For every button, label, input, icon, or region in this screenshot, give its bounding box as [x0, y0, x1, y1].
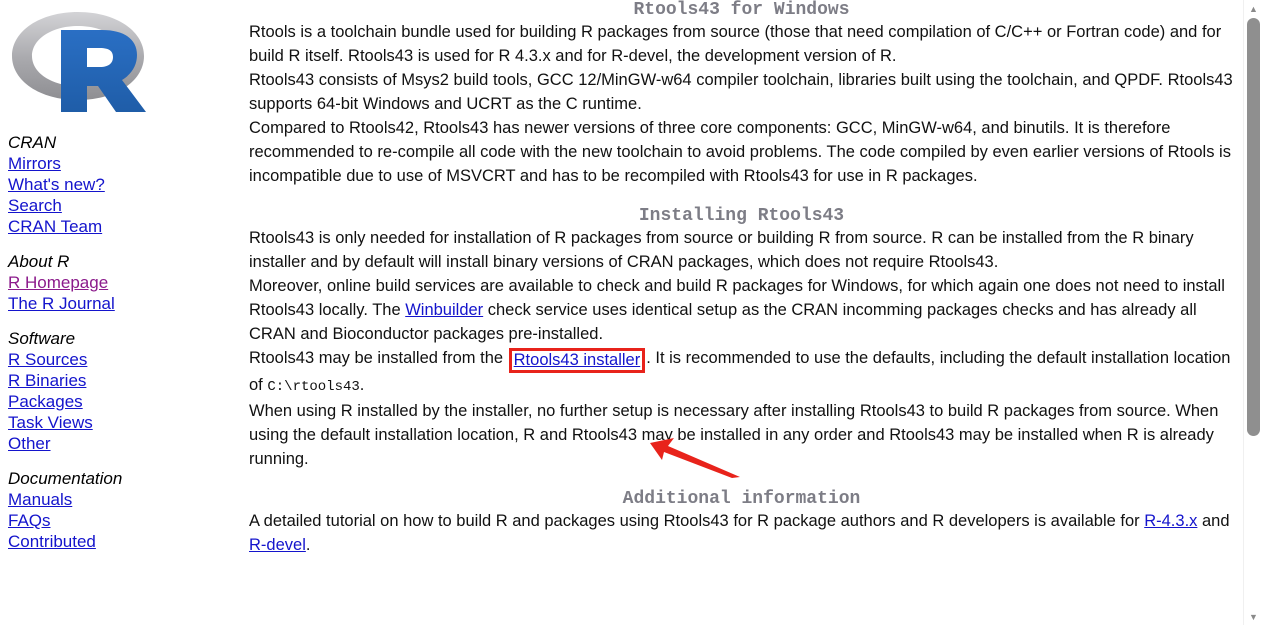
- sidebar-item-search[interactable]: Search: [8, 195, 232, 216]
- sidebar-item-faqs[interactable]: FAQs: [8, 510, 232, 531]
- text-tutorial-b: and: [1197, 512, 1230, 530]
- paragraph-intro: Rtools is a toolchain bundle used for bu…: [249, 23, 1222, 65]
- r-4-3-x-link[interactable]: R-4.3.x: [1144, 512, 1197, 530]
- paragraph-setup-notes: When using R installed by the installer,…: [249, 402, 1219, 468]
- sidebar-item-other[interactable]: Other: [8, 433, 232, 454]
- r-devel-link[interactable]: R-devel: [249, 536, 306, 554]
- sidebar-item-r-homepage[interactable]: R Homepage: [8, 272, 232, 293]
- winbuilder-link[interactable]: Winbuilder: [405, 301, 483, 319]
- paragraph-installer: Rtools43 may be installed from the Rtool…: [249, 346, 1234, 399]
- browser-page: CRAN Mirrors What's new? Search CRAN Tea…: [0, 0, 1263, 625]
- sidebar-item-r-binaries[interactable]: R Binaries: [8, 370, 232, 391]
- sidebar-item-r-sources[interactable]: R Sources: [8, 349, 232, 370]
- text-tutorial-a: A detailed tutorial on how to build R an…: [249, 512, 1145, 530]
- r-logo[interactable]: [8, 4, 148, 120]
- install-path-code: C:\rtools43: [267, 379, 360, 395]
- nav-group-cran: CRAN Mirrors What's new? Search CRAN Tea…: [8, 132, 232, 237]
- paragraph-components: Rtools43 consists of Msys2 build tools, …: [249, 71, 1233, 113]
- scroll-down-icon[interactable]: ▼: [1244, 608, 1263, 625]
- main-content: Rtools43 for Windows Rtools is a toolcha…: [249, 0, 1234, 625]
- rtools43-installer-link[interactable]: Rtools43 installer: [514, 351, 641, 369]
- text-tutorial-c: .: [305, 536, 311, 554]
- nav-group-software: Software R Sources R Binaries Packages T…: [8, 328, 232, 454]
- paragraph-compatibility: Compared to Rtools42, Rtools43 has newer…: [249, 119, 1231, 185]
- sidebar: CRAN Mirrors What's new? Search CRAN Tea…: [0, 0, 240, 625]
- sidebar-item-contributed[interactable]: Contributed: [8, 531, 232, 552]
- sidebar-item-the-r-journal[interactable]: The R Journal: [8, 293, 232, 314]
- sidebar-item-cran-team[interactable]: CRAN Team: [8, 216, 232, 237]
- nav-heading-about-r: About R: [8, 252, 70, 271]
- nav-heading-software: Software: [8, 329, 76, 348]
- text-installer-a: Rtools43 may be installed from the: [249, 349, 508, 367]
- nav-group-about-r: About R R Homepage The R Journal: [8, 251, 232, 314]
- heading-installing-rtools43: Installing Rtools43: [638, 206, 845, 226]
- nav-heading-cran: CRAN: [8, 133, 57, 152]
- sidebar-item-mirrors[interactable]: Mirrors: [8, 153, 232, 174]
- scrollbar-thumb[interactable]: [1247, 18, 1260, 436]
- nav-heading-documentation: Documentation: [8, 469, 123, 488]
- nav-group-documentation: Documentation Manuals FAQs Contributed: [8, 468, 232, 552]
- text-installer-c: .: [359, 376, 365, 394]
- vertical-scrollbar[interactable]: ▲ ▼: [1243, 0, 1263, 625]
- sidebar-item-manuals[interactable]: Manuals: [8, 489, 232, 510]
- paragraph-when-needed: Rtools43 is only needed for installation…: [249, 229, 1194, 271]
- paragraph-online-services: Moreover, online build services are avai…: [249, 274, 1234, 346]
- paragraph-tutorial: A detailed tutorial on how to build R an…: [249, 509, 1234, 557]
- sidebar-nav: CRAN Mirrors What's new? Search CRAN Tea…: [8, 132, 232, 566]
- sidebar-item-packages[interactable]: Packages: [8, 391, 232, 412]
- heading-additional-information: Additional information: [622, 489, 861, 509]
- annotation-box-installer-link: Rtools43 installer: [508, 348, 646, 373]
- sidebar-item-whats-new[interactable]: What's new?: [8, 174, 232, 195]
- scroll-up-icon[interactable]: ▲: [1244, 0, 1263, 17]
- sidebar-item-task-views[interactable]: Task Views: [8, 412, 232, 433]
- page-title: Rtools43 for Windows: [633, 0, 850, 20]
